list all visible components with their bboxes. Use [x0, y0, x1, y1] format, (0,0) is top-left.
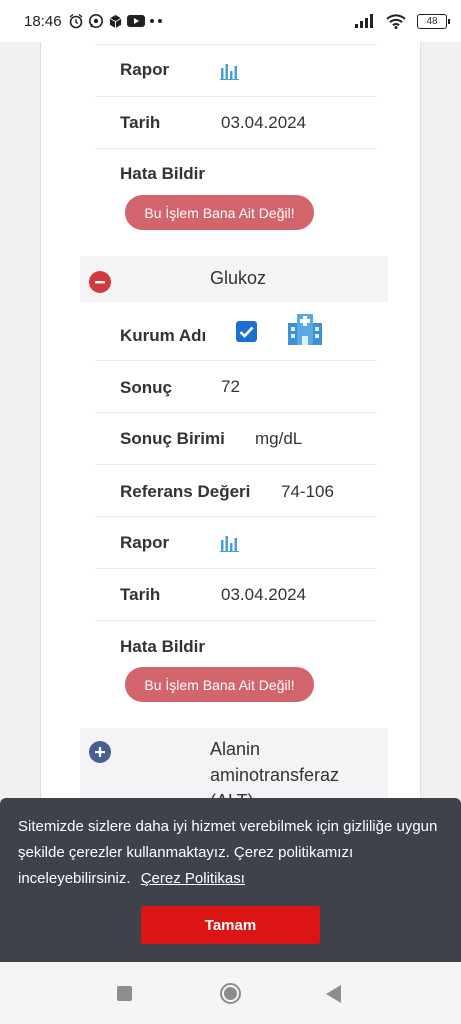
- section-title-line: Alanin: [210, 739, 261, 759]
- bar-chart-icon[interactable]: [220, 534, 240, 557]
- row-divider: [95, 148, 377, 149]
- expand-icon[interactable]: [89, 741, 111, 763]
- kurum-adi-label: Kurum Adı: [120, 326, 207, 345]
- hata-bildir-label: Hata Bildir: [120, 637, 206, 656]
- sonuc-birimi-value: mg/dL: [255, 429, 303, 448]
- row-divider: [95, 360, 377, 361]
- home-icon[interactable]: [220, 983, 241, 1004]
- sonuc-label: Sonuç: [120, 378, 172, 397]
- tarih-label: Tarih: [120, 113, 161, 132]
- section-title-line: aminotransferaz: [210, 765, 340, 785]
- status-bar: 18:46 48: [0, 0, 461, 42]
- row-divider: [95, 620, 377, 621]
- cookie-banner: Sitemizde sizlere daha iyi hizmet verebi…: [0, 798, 461, 962]
- sonuc-value: 72: [221, 377, 240, 396]
- accept-cookies-button[interactable]: Tamam: [141, 906, 320, 944]
- rapor-label: Rapor: [120, 533, 170, 552]
- whatsapp-icon: [88, 13, 104, 29]
- tarih-value: 03.04.2024: [221, 113, 307, 132]
- battery-icon: 48: [417, 13, 450, 29]
- tarih-value: 03.04.2024: [221, 585, 307, 604]
- row-divider: [95, 44, 377, 45]
- youtube-icon: [126, 14, 145, 28]
- package-icon: [108, 14, 123, 29]
- institution-checkbox[interactable]: [236, 321, 257, 342]
- more-notifications-icon: [149, 18, 163, 24]
- bar-chart-icon[interactable]: [220, 62, 240, 85]
- status-time: 18:46: [24, 12, 62, 30]
- referans-degeri-value: 74-106: [281, 482, 334, 501]
- system-nav-bar: [0, 962, 461, 1024]
- back-icon[interactable]: [326, 985, 341, 1003]
- rapor-label: Rapor: [120, 60, 170, 79]
- report-error-button[interactable]: Bu İşlem Bana Ait Değil!: [125, 667, 314, 702]
- referans-degeri-label: Referans Değeri: [120, 482, 251, 501]
- recents-icon[interactable]: [117, 986, 132, 1001]
- row-divider: [95, 96, 377, 97]
- section-title: Glukoz: [210, 268, 267, 288]
- row-divider: [95, 568, 377, 569]
- alarm-icon: [68, 13, 84, 29]
- row-divider: [95, 412, 377, 413]
- collapse-icon[interactable]: [89, 271, 111, 293]
- cookie-text: Sitemizde sizlere daha iyi hizmet verebi…: [18, 814, 438, 892]
- wifi-icon: [386, 13, 406, 29]
- cookie-policy-link[interactable]: Çerez Politikası: [141, 870, 245, 887]
- hospital-icon[interactable]: [287, 312, 323, 351]
- hata-bildir-label: Hata Bildir: [120, 164, 206, 183]
- sonuc-birimi-label: Sonuç Birimi: [120, 429, 225, 448]
- report-error-button[interactable]: Bu İşlem Bana Ait Değil!: [125, 195, 314, 230]
- row-divider: [95, 464, 377, 465]
- row-divider: [95, 516, 377, 517]
- tarih-label: Tarih: [120, 585, 161, 604]
- signal-icon: [355, 14, 375, 28]
